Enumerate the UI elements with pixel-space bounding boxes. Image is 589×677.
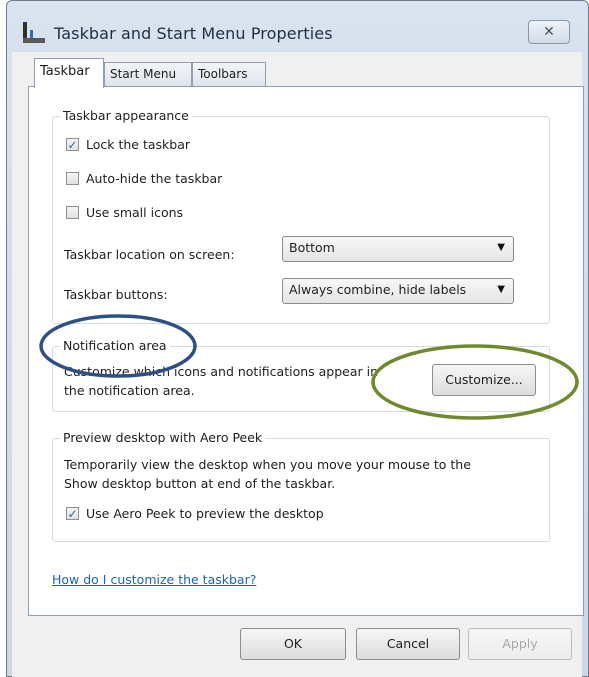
taskbar-appearance-title: Taskbar appearance: [60, 108, 192, 123]
customize-button[interactable]: Customize...: [432, 364, 536, 396]
taskbar-buttons-dropdown[interactable]: Always combine, hide labels ▼: [282, 278, 514, 304]
notification-description-line1: Customize which icons and notifications …: [64, 364, 379, 379]
taskbar-location-label: Taskbar location on screen:: [64, 247, 235, 262]
aero-peek-title: Preview desktop with Aero Peek: [60, 430, 266, 445]
taskbar-properties-icon: [23, 22, 45, 43]
tab-start-menu-label: Start Menu: [110, 67, 177, 81]
check-icon: ✓: [67, 138, 78, 152]
aero-peek-checkbox[interactable]: ✓: [66, 507, 79, 520]
tab-toolbars[interactable]: Toolbars: [192, 62, 266, 86]
customize-button-label: Customize...: [445, 372, 523, 387]
taskbar-location-dropdown[interactable]: Bottom ▼: [282, 236, 514, 262]
cancel-button-label: Cancel: [386, 636, 430, 651]
help-link[interactable]: How do I customize the taskbar?: [52, 572, 256, 587]
ok-button-label: OK: [283, 636, 303, 651]
cancel-button[interactable]: Cancel: [356, 628, 460, 660]
tab-taskbar[interactable]: Taskbar: [34, 58, 104, 88]
notification-area-title: Notification area: [60, 338, 170, 353]
tab-start-menu[interactable]: Start Menu: [104, 62, 192, 86]
auto-hide-checkbox[interactable]: [66, 172, 79, 185]
tab-toolbars-label: Toolbars: [198, 67, 248, 81]
close-icon: ✕: [543, 24, 555, 40]
tab-taskbar-label: Taskbar: [40, 64, 90, 79]
lock-taskbar-label: Lock the taskbar: [86, 137, 191, 152]
taskbar-buttons-label: Taskbar buttons:: [64, 287, 168, 302]
window-title: Taskbar and Start Menu Properties: [54, 24, 333, 43]
dropdown-arrow-icon: ▼: [497, 284, 505, 295]
small-icons-label: Use small icons: [86, 205, 184, 220]
taskbar-location-value: Bottom: [289, 240, 335, 255]
aero-peek-label: Use Aero Peek to preview the desktop: [86, 506, 324, 521]
notification-description-line2: the notification area.: [64, 383, 195, 398]
aero-peek-description-line1: Temporarily view the desktop when you mo…: [64, 457, 471, 472]
dropdown-arrow-icon: ▼: [497, 242, 505, 253]
auto-hide-label: Auto-hide the taskbar: [86, 171, 223, 186]
check-icon: ✓: [67, 507, 78, 521]
small-icons-checkbox[interactable]: [66, 206, 79, 219]
taskbar-buttons-value: Always combine, hide labels: [289, 282, 467, 297]
close-button[interactable]: ✕: [528, 20, 570, 44]
ok-button[interactable]: OK: [240, 628, 346, 660]
apply-button[interactable]: Apply: [468, 628, 572, 660]
apply-button-label: Apply: [502, 636, 538, 651]
aero-peek-description-line2: Show desktop button at end of the taskba…: [64, 476, 336, 491]
lock-taskbar-checkbox[interactable]: ✓: [66, 138, 79, 151]
